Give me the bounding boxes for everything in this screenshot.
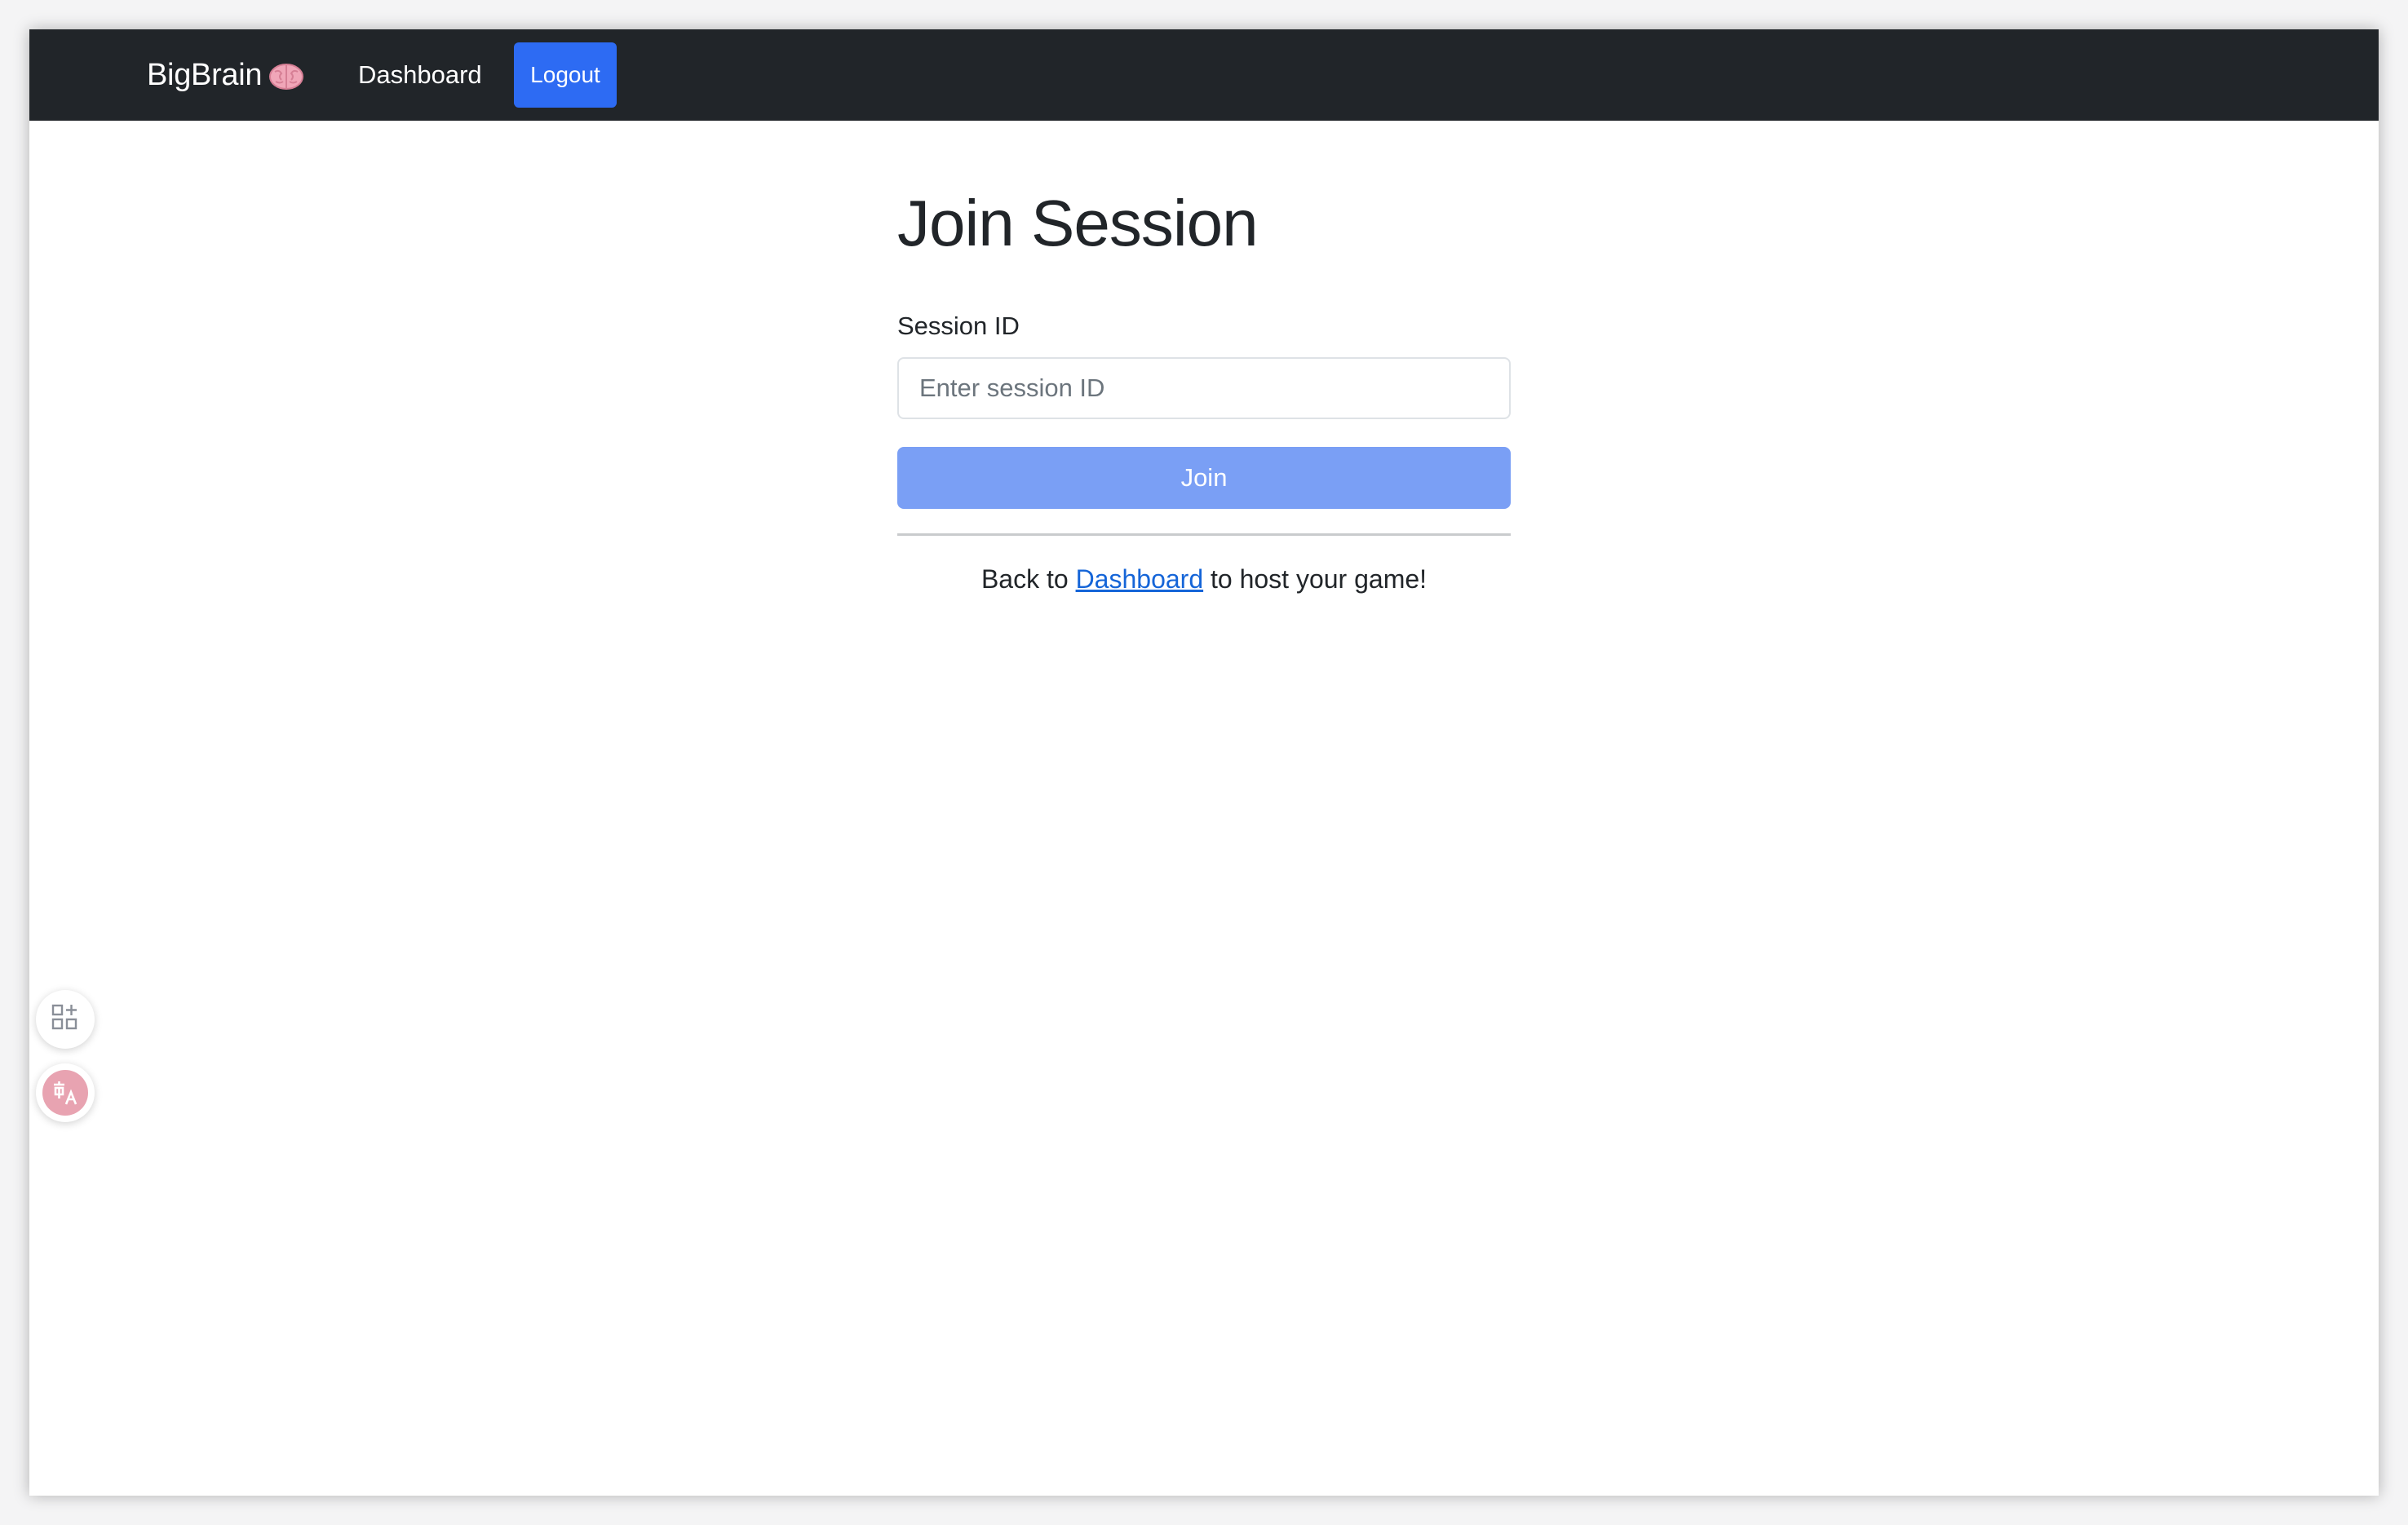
back-prefix: Back to <box>980 564 1069 594</box>
back-to-dashboard-text: Back to Dashboard to host your game! <box>897 564 1511 595</box>
logout-button[interactable]: Logout <box>514 42 617 108</box>
session-id-input[interactable] <box>897 357 1511 419</box>
apps-add-button[interactable] <box>36 990 95 1049</box>
brand-text: BigBrain <box>147 57 263 92</box>
page-title: Join Session <box>897 187 1259 259</box>
navbar: BigBrain Dashboard Logout <box>29 29 2379 121</box>
divider <box>897 533 1511 536</box>
nav-dashboard-link[interactable]: Dashboard <box>358 29 482 121</box>
brain-icon <box>268 62 304 91</box>
browser-window: BigBrain Dashboard Logout Join Session S… <box>29 29 2379 1496</box>
apps-add-icon <box>51 1003 80 1037</box>
translate-icon <box>42 1070 88 1116</box>
back-suffix: to host your game! <box>1211 564 1428 594</box>
dashboard-link[interactable]: Dashboard <box>1076 564 1204 594</box>
join-button[interactable]: Join <box>897 447 1511 509</box>
brand-link[interactable]: BigBrain <box>147 29 304 121</box>
translate-button[interactable] <box>36 1063 95 1122</box>
session-id-label: Session ID <box>897 312 1020 340</box>
